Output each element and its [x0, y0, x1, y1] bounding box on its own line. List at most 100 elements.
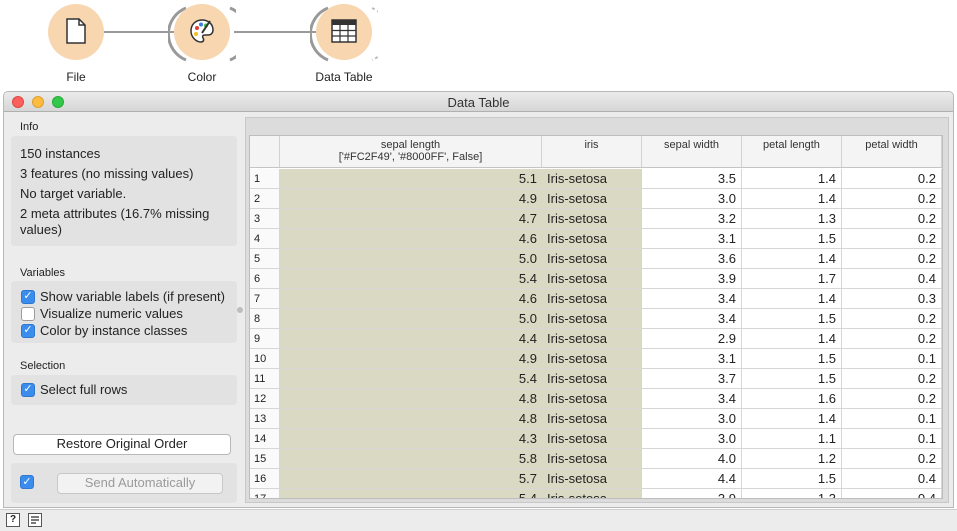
table-row[interactable]: 16 5.7 Iris-setosa 4.4 1.5 0.4: [250, 469, 942, 489]
sepal-width-cell[interactable]: 3.1: [642, 349, 742, 369]
column-header-iris[interactable]: iris: [542, 136, 642, 168]
restore-original-order-button[interactable]: Restore Original Order: [13, 434, 231, 455]
petal-length-cell[interactable]: 1.4: [742, 329, 842, 349]
iris-cell[interactable]: Iris-setosa: [542, 469, 642, 489]
petal-width-cell[interactable]: 0.4: [842, 469, 942, 489]
column-header-sepal-width[interactable]: sepal width: [642, 136, 742, 168]
table-row[interactable]: 1 5.1 Iris-setosa 3.5 1.4 0.2: [250, 169, 942, 189]
iris-cell[interactable]: Iris-setosa: [542, 269, 642, 289]
table-row[interactable]: 2 4.9 Iris-setosa 3.0 1.4 0.2: [250, 189, 942, 209]
iris-cell[interactable]: Iris-setosa: [542, 489, 642, 498]
sepal-length-cell[interactable]: 4.8: [280, 409, 542, 429]
petal-length-cell[interactable]: 1.3: [742, 489, 842, 498]
sepal-width-cell[interactable]: 3.4: [642, 289, 742, 309]
petal-length-cell[interactable]: 1.5: [742, 369, 842, 389]
sepal-length-cell[interactable]: 4.4: [280, 329, 542, 349]
sepal-width-cell[interactable]: 3.7: [642, 369, 742, 389]
sepal-length-cell[interactable]: 5.1: [280, 169, 542, 189]
petal-length-cell[interactable]: 1.2: [742, 449, 842, 469]
petal-width-cell[interactable]: 0.4: [842, 489, 942, 498]
link-file-color[interactable]: [104, 31, 174, 33]
checkbox-checked-icon[interactable]: ✓: [21, 382, 35, 397]
sepal-length-cell[interactable]: 5.4: [280, 369, 542, 389]
petal-length-cell[interactable]: 1.6: [742, 389, 842, 409]
table-grid[interactable]: sepal length ['#FC2F49', '#8000FF', Fals…: [249, 135, 943, 499]
color-by-class-checkbox[interactable]: ✓ Color by instance classes: [21, 323, 187, 338]
row-index-cell[interactable]: 16: [250, 469, 280, 489]
petal-length-cell[interactable]: 1.4: [742, 289, 842, 309]
petal-length-cell[interactable]: 1.4: [742, 189, 842, 209]
row-index-cell[interactable]: 10: [250, 349, 280, 369]
sepal-width-cell[interactable]: 3.0: [642, 189, 742, 209]
petal-width-cell[interactable]: 0.1: [842, 409, 942, 429]
sepal-width-cell[interactable]: 3.0: [642, 429, 742, 449]
sepal-length-cell[interactable]: 5.0: [280, 309, 542, 329]
petal-length-cell[interactable]: 1.5: [742, 229, 842, 249]
table-row[interactable]: 5 5.0 Iris-setosa 3.6 1.4 0.2: [250, 249, 942, 269]
row-index-cell[interactable]: 7: [250, 289, 280, 309]
sepal-width-cell[interactable]: 3.6: [642, 249, 742, 269]
row-index-cell[interactable]: 15: [250, 449, 280, 469]
petal-length-cell[interactable]: 1.1: [742, 429, 842, 449]
column-header-petal-length[interactable]: petal length: [742, 136, 842, 168]
table-row[interactable]: 10 4.9 Iris-setosa 3.1 1.5 0.1: [250, 349, 942, 369]
petal-width-cell[interactable]: 0.2: [842, 209, 942, 229]
petal-width-cell[interactable]: 0.2: [842, 389, 942, 409]
iris-cell[interactable]: Iris-setosa: [542, 209, 642, 229]
iris-cell[interactable]: Iris-setosa: [542, 409, 642, 429]
petal-width-cell[interactable]: 0.2: [842, 229, 942, 249]
sepal-width-cell[interactable]: 2.9: [642, 329, 742, 349]
help-icon[interactable]: ?: [6, 513, 20, 527]
row-index-cell[interactable]: 1: [250, 169, 280, 189]
petal-length-cell[interactable]: 1.5: [742, 309, 842, 329]
petal-width-cell[interactable]: 0.2: [842, 449, 942, 469]
select-full-rows-checkbox[interactable]: ✓ Select full rows: [21, 382, 127, 397]
petal-length-cell[interactable]: 1.4: [742, 409, 842, 429]
table-row[interactable]: 8 5.0 Iris-setosa 3.4 1.5 0.2: [250, 309, 942, 329]
iris-cell[interactable]: Iris-setosa: [542, 449, 642, 469]
table-row[interactable]: 14 4.3 Iris-setosa 3.0 1.1 0.1: [250, 429, 942, 449]
petal-width-cell[interactable]: 0.2: [842, 249, 942, 269]
node-data-table[interactable]: Data Table: [310, 4, 378, 84]
iris-cell[interactable]: Iris-setosa: [542, 349, 642, 369]
data-table-view[interactable]: sepal length ['#FC2F49', '#8000FF', Fals…: [245, 117, 949, 503]
send-automatically-button[interactable]: Send Automatically: [57, 473, 223, 494]
sepal-length-cell[interactable]: 5.4: [280, 269, 542, 289]
iris-cell[interactable]: Iris-setosa: [542, 429, 642, 449]
link-color-datatable[interactable]: [234, 31, 316, 33]
row-index-cell[interactable]: 11: [250, 369, 280, 389]
sepal-width-cell[interactable]: 4.4: [642, 469, 742, 489]
row-index-cell[interactable]: 13: [250, 409, 280, 429]
petal-width-cell[interactable]: 0.1: [842, 349, 942, 369]
workflow-canvas[interactable]: File Color Data Table: [0, 0, 957, 92]
row-index-cell[interactable]: 17: [250, 489, 280, 498]
node-file[interactable]: File: [48, 4, 104, 84]
table-row[interactable]: 6 5.4 Iris-setosa 3.9 1.7 0.4: [250, 269, 942, 289]
row-index-cell[interactable]: 14: [250, 429, 280, 449]
checkbox-checked-icon[interactable]: ✓: [20, 475, 34, 489]
iris-cell[interactable]: Iris-setosa: [542, 289, 642, 309]
row-index-cell[interactable]: 9: [250, 329, 280, 349]
petal-length-cell[interactable]: 1.5: [742, 469, 842, 489]
table-row[interactable]: 13 4.8 Iris-setosa 3.0 1.4 0.1: [250, 409, 942, 429]
sepal-width-cell[interactable]: 4.0: [642, 449, 742, 469]
row-index-cell[interactable]: 5: [250, 249, 280, 269]
checkbox-checked-icon[interactable]: ✓: [21, 323, 35, 338]
iris-cell[interactable]: Iris-setosa: [542, 309, 642, 329]
sepal-width-cell[interactable]: 3.2: [642, 209, 742, 229]
sepal-length-cell[interactable]: 4.8: [280, 389, 542, 409]
row-index-cell[interactable]: 8: [250, 309, 280, 329]
sepal-length-cell[interactable]: 5.7: [280, 469, 542, 489]
sepal-length-cell[interactable]: 4.9: [280, 189, 542, 209]
iris-cell[interactable]: Iris-setosa: [542, 329, 642, 349]
sepal-length-cell[interactable]: 5.0: [280, 249, 542, 269]
sepal-length-cell[interactable]: 4.9: [280, 349, 542, 369]
sepal-width-cell[interactable]: 3.4: [642, 309, 742, 329]
sepal-width-cell[interactable]: 3.0: [642, 409, 742, 429]
sepal-width-cell[interactable]: 3.9: [642, 269, 742, 289]
petal-width-cell[interactable]: 0.4: [842, 269, 942, 289]
send-automatically-checkbox[interactable]: ✓: [20, 475, 39, 489]
iris-cell[interactable]: Iris-setosa: [542, 389, 642, 409]
sepal-width-cell[interactable]: 3.9: [642, 489, 742, 498]
petal-length-cell[interactable]: 1.7: [742, 269, 842, 289]
